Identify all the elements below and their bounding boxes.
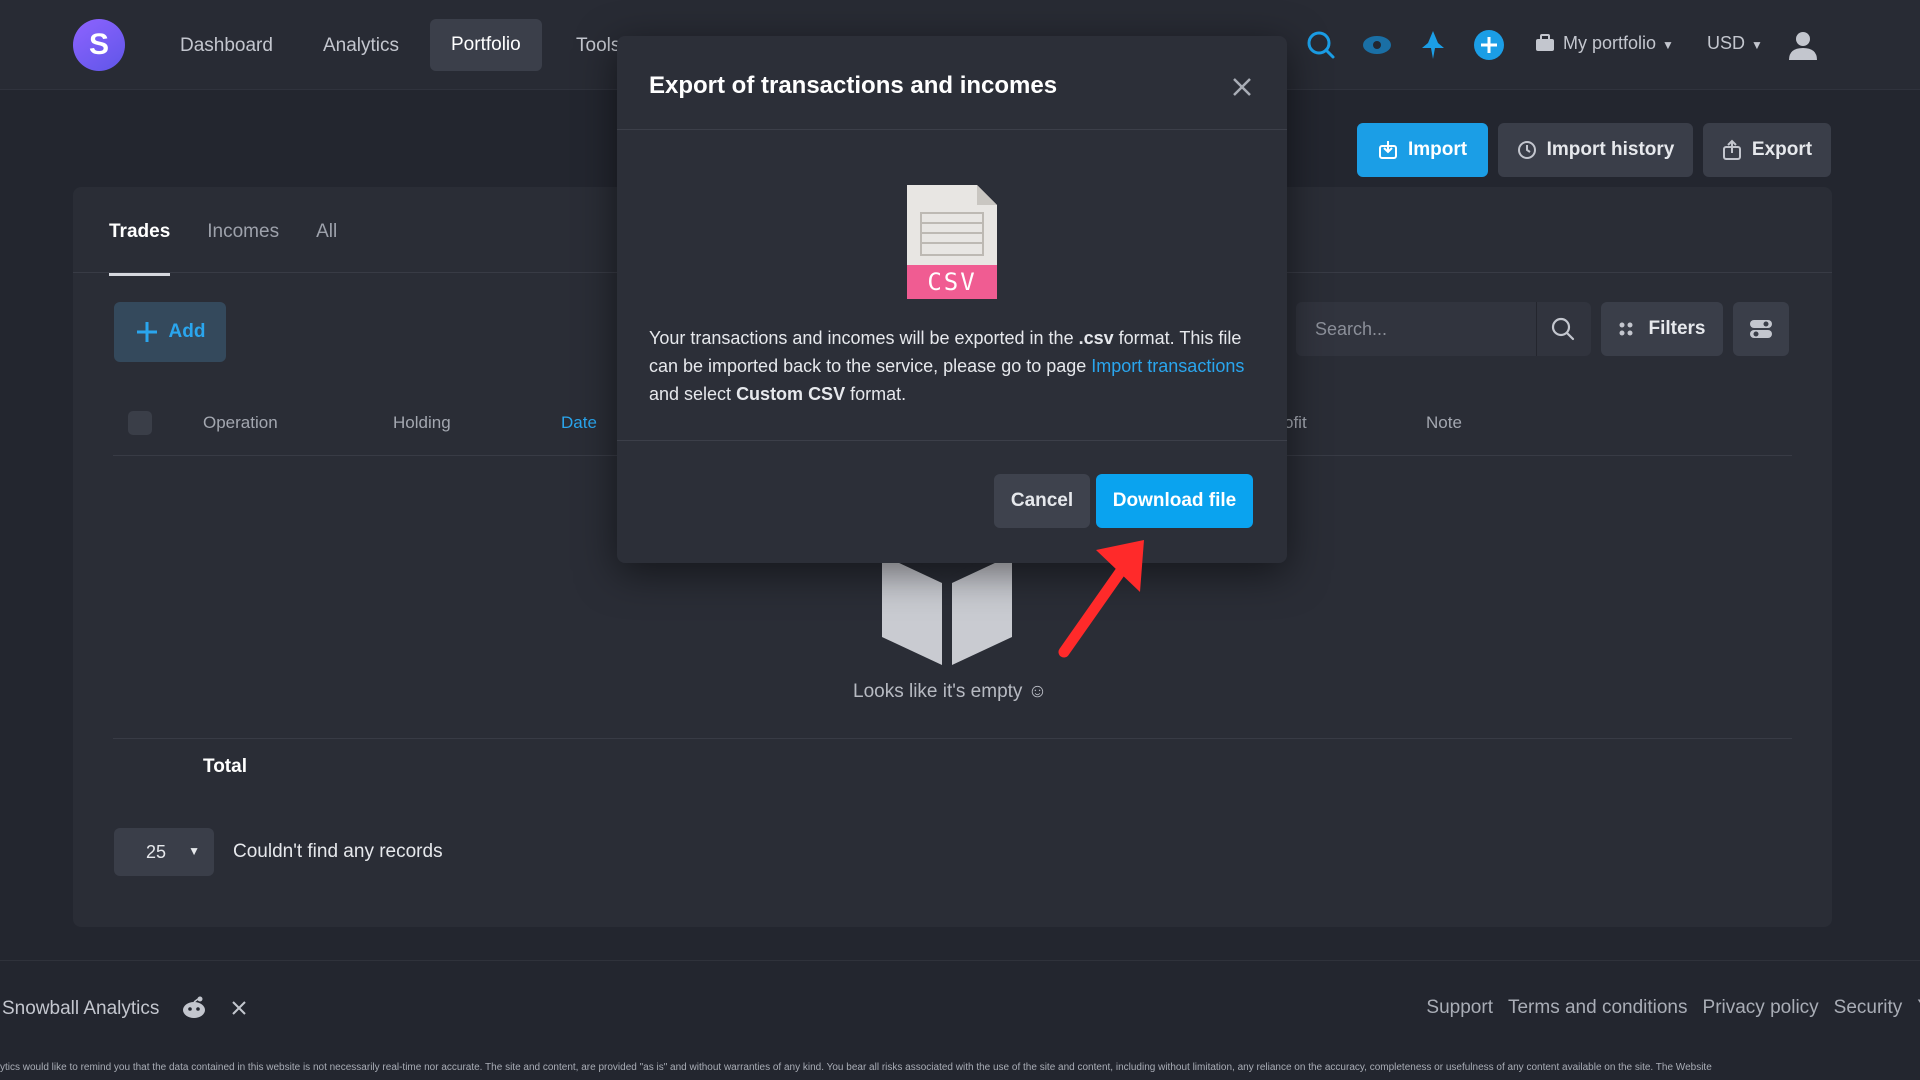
search-input[interactable] xyxy=(1296,302,1536,356)
reddit-icon[interactable] xyxy=(181,995,207,1019)
add-transaction-button[interactable]: Add xyxy=(114,302,226,362)
column-header-date[interactable]: Date xyxy=(561,413,597,433)
empty-box-icon xyxy=(882,555,1012,665)
csv-label: CSV xyxy=(927,268,977,296)
footer-link-support[interactable]: Support xyxy=(1426,997,1493,1019)
footer-link-security[interactable]: Security xyxy=(1834,997,1903,1019)
search-icon[interactable] xyxy=(1550,316,1576,342)
close-icon[interactable] xyxy=(1229,74,1255,100)
column-header-note[interactable]: Note xyxy=(1426,413,1462,433)
column-header-holding[interactable]: Holding xyxy=(393,413,451,433)
chevron-down-icon: ▼ xyxy=(1662,38,1674,52)
modal-text-part-4: format. xyxy=(845,384,907,404)
import-history-label: Import history xyxy=(1546,139,1675,160)
no-records-text: Couldn't find any records xyxy=(233,841,443,862)
import-icon xyxy=(1378,141,1397,159)
import-transactions-link[interactable]: Import transactions xyxy=(1091,356,1244,376)
portfolio-dropdown[interactable]: My portfolio ▼ xyxy=(1535,33,1674,54)
modal-text-part-3: and select xyxy=(649,384,737,404)
footer-divider xyxy=(0,960,1920,961)
page-size-value: 25 xyxy=(146,841,167,862)
filters-button[interactable]: Filters xyxy=(1601,302,1723,356)
search-divider xyxy=(1536,302,1537,356)
import-label: Import xyxy=(1407,139,1468,160)
modal-title: Export of transactions and incomes xyxy=(649,72,1058,99)
chevron-down-icon: ▼ xyxy=(1751,38,1763,52)
footer-brand-name: Snowball Analytics xyxy=(2,998,160,1019)
import-button[interactable]: Import xyxy=(1357,123,1488,177)
user-avatar-icon[interactable] xyxy=(1786,28,1820,62)
export-icon xyxy=(1722,139,1741,160)
x-twitter-icon[interactable] xyxy=(230,999,248,1017)
columns-toggle-button[interactable] xyxy=(1733,302,1789,356)
nav-dashboard[interactable]: Dashboard xyxy=(180,28,273,64)
csv-file-icon: CSV xyxy=(907,185,997,299)
nav-portfolio[interactable]: Portfolio xyxy=(430,19,542,71)
filter-icon xyxy=(1619,322,1633,336)
tab-incomes[interactable]: Incomes xyxy=(207,221,279,276)
empty-state-text: Looks like it's empty ☺ xyxy=(853,681,1048,702)
export-modal: Export of transactions and incomes CSV Y… xyxy=(617,36,1287,563)
add-circle-icon[interactable] xyxy=(1472,28,1506,62)
footer-links: Support Terms and conditions Privacy pol… xyxy=(1426,997,1920,1019)
footer-disclaimer: ytics would like to remind you that the … xyxy=(0,1062,1712,1073)
page-size-select[interactable]: 25 ▼ xyxy=(114,828,214,876)
total-divider xyxy=(113,738,1792,739)
download-file-button[interactable]: Download file xyxy=(1096,474,1253,528)
filters-label: Filters xyxy=(1648,318,1706,339)
tab-all[interactable]: All xyxy=(316,221,337,276)
search-box xyxy=(1296,302,1591,356)
modal-header-divider xyxy=(617,129,1287,130)
nav-analytics[interactable]: Analytics xyxy=(323,28,399,64)
modal-description: Your transactions and incomes will be ex… xyxy=(649,324,1249,408)
toggle-icon xyxy=(1750,320,1772,338)
tab-trades[interactable]: Trades xyxy=(109,221,171,276)
red-annotation-arrow-icon xyxy=(1058,540,1144,658)
footer-brand: Snowball Analytics xyxy=(2,995,248,1020)
cancel-button[interactable]: Cancel xyxy=(994,474,1090,528)
modal-text-csv: .csv xyxy=(1078,328,1114,348)
chevron-down-icon: ▼ xyxy=(188,844,200,858)
column-header-operation[interactable]: Operation xyxy=(203,413,278,433)
total-label: Total xyxy=(203,756,247,777)
plus-icon xyxy=(136,322,157,342)
import-history-button[interactable]: Import history xyxy=(1498,123,1693,177)
search-icon[interactable] xyxy=(1304,28,1338,62)
modal-text-custom-csv: Custom CSV xyxy=(736,384,846,404)
nav-tools[interactable]: Tools xyxy=(576,28,620,64)
export-label: Export xyxy=(1751,139,1813,160)
briefcase-icon xyxy=(1536,34,1554,51)
modal-text-part-1: Your transactions and incomes will be ex… xyxy=(649,328,1079,348)
currency-label: USD xyxy=(1707,33,1746,53)
footer-link-privacy[interactable]: Privacy policy xyxy=(1703,997,1819,1019)
eye-icon[interactable] xyxy=(1360,28,1394,62)
transactions-tabs: Trades Incomes All xyxy=(109,221,337,276)
export-button[interactable]: Export xyxy=(1703,123,1831,177)
app-logo[interactable]: S xyxy=(73,19,125,71)
clock-icon xyxy=(1517,141,1536,159)
column-header-profit[interactable]: ofit xyxy=(1284,413,1307,433)
portfolio-label: My portfolio xyxy=(1563,33,1657,53)
add-label: Add xyxy=(168,321,206,342)
currency-dropdown[interactable]: USD ▼ xyxy=(1707,33,1763,54)
select-all-checkbox[interactable] xyxy=(128,411,152,435)
modal-footer-divider xyxy=(617,440,1287,441)
footer-link-terms[interactable]: Terms and conditions xyxy=(1508,997,1688,1019)
pin-icon[interactable] xyxy=(1416,28,1450,62)
